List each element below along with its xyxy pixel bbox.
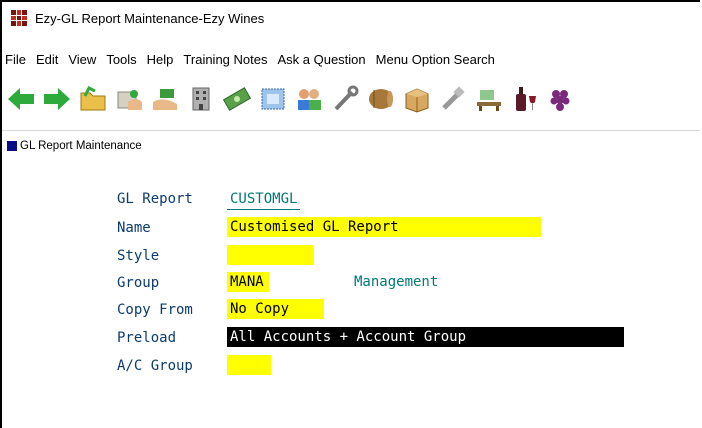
stamp-icon[interactable] bbox=[258, 82, 288, 116]
subwindow-title: GL Report Maintenance bbox=[7, 139, 142, 153]
group-description: Management bbox=[354, 274, 439, 290]
menu-bar: File Edit View Tools Help Training Notes… bbox=[2, 48, 500, 70]
box-icon[interactable] bbox=[402, 82, 432, 116]
subwindow-title-text: GL Report Maintenance bbox=[20, 140, 142, 152]
menu-help[interactable]: Help bbox=[142, 52, 179, 67]
style-field[interactable] bbox=[227, 245, 314, 265]
grapes-icon[interactable] bbox=[546, 82, 576, 116]
menu-view[interactable]: View bbox=[63, 52, 101, 67]
back-arrow-icon[interactable] bbox=[6, 82, 36, 116]
preload-field[interactable]: All Accounts + Account Group bbox=[227, 327, 624, 347]
people-icon[interactable] bbox=[294, 82, 324, 116]
tool-icon[interactable] bbox=[438, 82, 468, 116]
ac-group-field[interactable] bbox=[227, 355, 271, 375]
menu-ask-a-question[interactable]: Ask a Question bbox=[272, 52, 370, 67]
barrel-icon[interactable] bbox=[366, 82, 396, 116]
app-window: Ezy-GL Report Maintenance-Ezy Wines File… bbox=[0, 0, 700, 428]
gl-report-label: GL Report bbox=[117, 191, 193, 207]
subwindow-icon bbox=[7, 141, 17, 151]
title-bar: Ezy-GL Report Maintenance-Ezy Wines bbox=[2, 2, 700, 34]
window-title: Ezy-GL Report Maintenance-Ezy Wines bbox=[35, 10, 265, 26]
wine-bottle-icon[interactable] bbox=[510, 82, 540, 116]
menu-option-search[interactable]: Menu Option Search bbox=[371, 52, 500, 67]
folder-hand-icon[interactable] bbox=[114, 82, 144, 116]
toolbar bbox=[6, 74, 698, 124]
gl-report-field[interactable]: CUSTOMGL bbox=[227, 189, 301, 210]
menu-file[interactable]: File bbox=[2, 52, 31, 67]
desk-icon[interactable] bbox=[474, 82, 504, 116]
style-label: Style bbox=[117, 248, 160, 264]
money-icon[interactable] bbox=[222, 82, 252, 116]
copy-from-label: Copy From bbox=[117, 302, 193, 318]
hand-money-icon[interactable] bbox=[150, 82, 180, 116]
menu-tools[interactable]: Tools bbox=[101, 52, 141, 67]
forward-arrow-icon[interactable] bbox=[42, 82, 72, 116]
copy-from-field[interactable]: No Copy bbox=[227, 299, 324, 319]
name-field[interactable]: Customised GL Report bbox=[227, 217, 541, 237]
menu-training-notes[interactable]: Training Notes bbox=[178, 52, 272, 67]
building-icon[interactable] bbox=[186, 82, 216, 116]
wrench-icon[interactable] bbox=[330, 82, 360, 116]
preload-label: Preload bbox=[117, 330, 177, 346]
app-icon bbox=[11, 10, 27, 26]
name-label: Name bbox=[117, 220, 151, 236]
group-field[interactable]: MANA bbox=[227, 272, 269, 292]
group-label: Group bbox=[117, 275, 160, 291]
menu-edit[interactable]: Edit bbox=[31, 52, 63, 67]
toolbar-divider bbox=[2, 130, 700, 131]
folder-open-icon[interactable] bbox=[78, 82, 108, 116]
ac-group-label: A/C Group bbox=[117, 358, 193, 374]
